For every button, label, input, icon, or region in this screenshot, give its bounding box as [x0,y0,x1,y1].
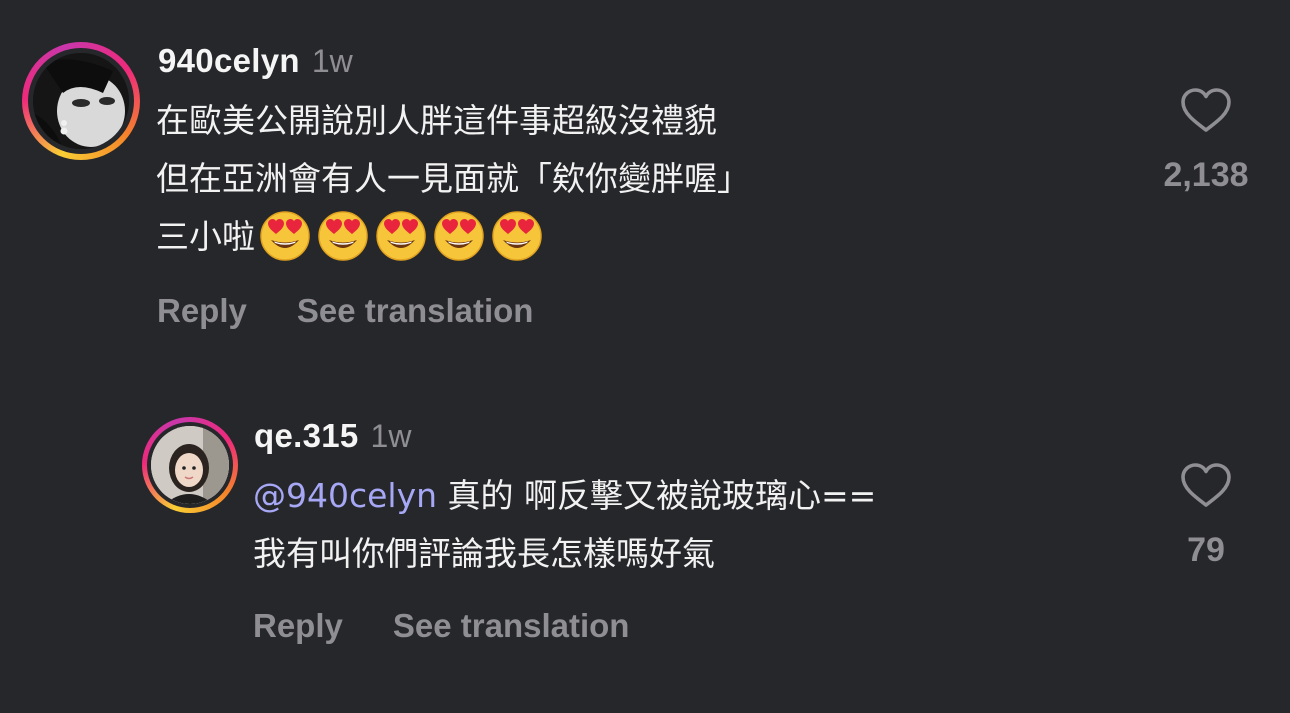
heart-icon[interactable] [1180,463,1232,509]
like-count: 79 [1187,531,1225,569]
comment-header: qe.315 1w [254,417,411,455]
story-ring[interactable] [22,42,140,160]
comment-line: @940celyn 真的 啊反擊又被說玻璃心== [253,467,876,525]
comment-line: 但在亞洲會有人一見面就「欸你變胖喔」 [156,159,750,198]
heart-eyes-emoji [492,210,542,261]
comment-line: 三小啦 [156,208,750,266]
like-control: 79 [1146,463,1266,570]
mention-link[interactable]: @940celyn [253,476,437,515]
reply-comment: qe.315 1w @940celyn 真的 啊反擊又被說玻璃心== 我有叫你們… [0,415,1290,655]
avatar-image [33,53,129,149]
heart-icon[interactable] [1180,88,1232,134]
see-translation-button[interactable]: See translation [297,292,534,330]
username[interactable]: qe.315 [254,417,359,455]
timestamp: 1w [370,418,412,454]
comment-text: @940celyn 真的 啊反擊又被說玻璃心== 我有叫你們評論我長怎樣嗎好氣 [253,467,876,583]
comment-actions: Reply See translation [253,607,629,645]
comment-text: 在歐美公開說別人胖這件事超級沒禮貌 但在亞洲會有人一見面就「欸你變胖喔」 三小啦 [156,92,750,266]
avatar[interactable] [151,426,229,504]
heart-eyes-emoji [376,210,426,261]
comment-line: 我有叫你們評論我長怎樣嗎好氣 [253,534,715,573]
comment-actions: Reply See translation [157,292,533,330]
see-translation-button[interactable]: See translation [393,607,630,645]
avatar[interactable] [33,53,129,149]
story-ring[interactable] [142,417,238,513]
heart-eyes-emoji [318,210,368,261]
comment-header: 940celyn 1w [158,42,353,80]
like-control: 2,138 [1146,88,1266,195]
heart-eyes-emoji [260,210,310,261]
avatar-image [151,426,229,504]
like-count: 2,138 [1163,156,1249,194]
emoji-group [259,210,543,262]
timestamp: 1w [311,43,353,79]
comment-line-text: 三小啦 [156,217,255,256]
heart-eyes-emoji [434,210,484,261]
comment-line: 在歐美公開說別人胖這件事超級沒禮貌 [156,101,717,140]
reply-button[interactable]: Reply [157,292,247,330]
reply-button[interactable]: Reply [253,607,343,645]
comment-line-text: 真的 啊反擊又被說玻璃心== [437,476,877,515]
comment: 940celyn 1w 在歐美公開說別人胖這件事超級沒禮貌 但在亞洲會有人一見面… [0,40,1290,340]
username[interactable]: 940celyn [158,42,300,80]
